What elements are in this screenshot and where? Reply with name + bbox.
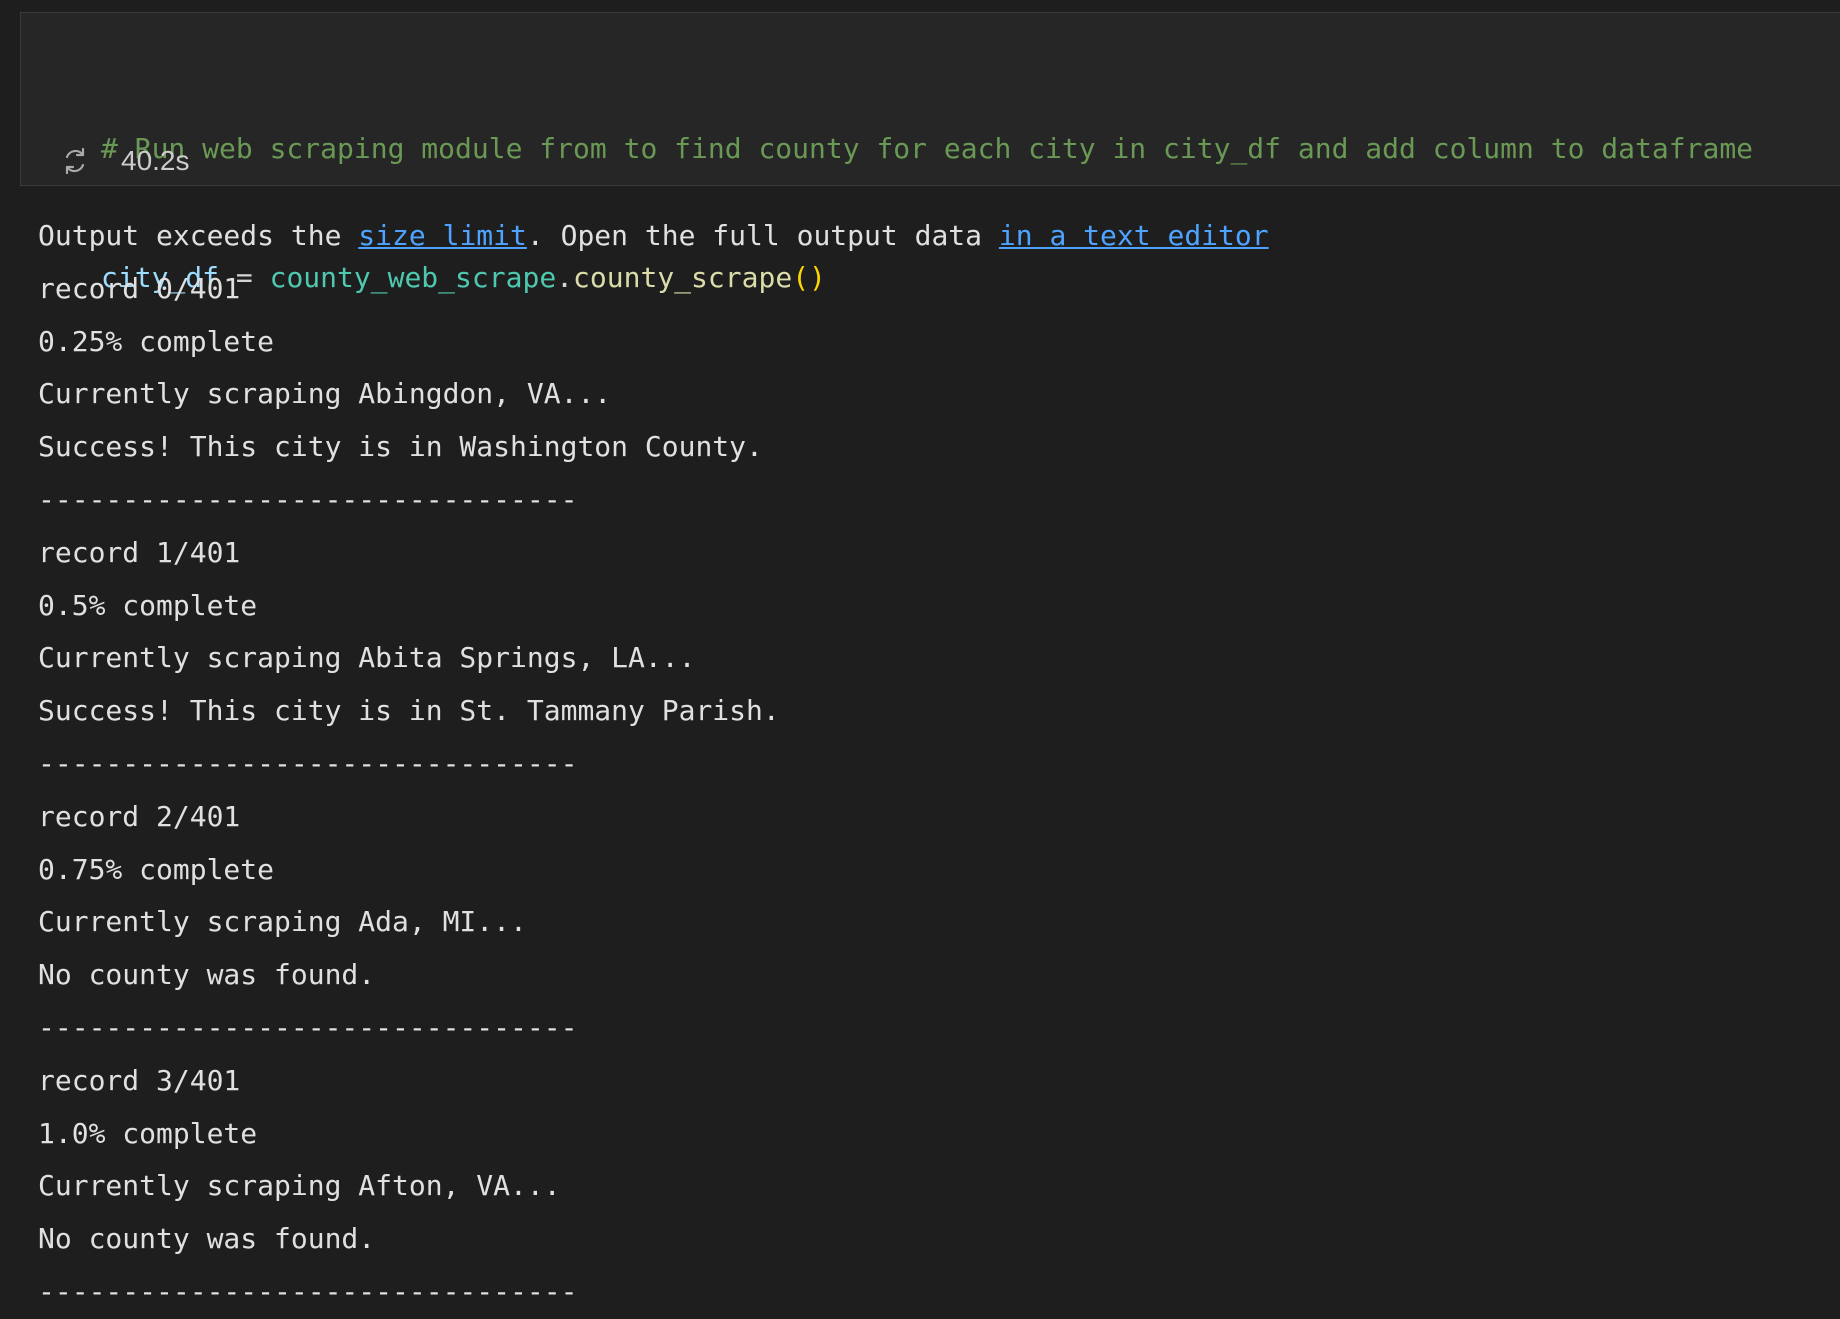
- output-line: record 1/401: [38, 535, 241, 569]
- code-comment: # Run web scraping module from to find c…: [101, 132, 1754, 165]
- output-line: Currently scraping Abingdon, VA...: [38, 377, 612, 411]
- notice-prefix: Output exceeds the: [38, 219, 359, 252]
- output-line: Success! This city is in Washington Coun…: [38, 430, 763, 464]
- output-line: 0.5% complete: [38, 588, 258, 622]
- output-line: 1.0% complete: [38, 1116, 258, 1150]
- output-line: 0.25% complete: [38, 324, 275, 358]
- output-line: Currently scraping Afton, VA...: [38, 1169, 561, 1203]
- output-line: Currently scraping Abita Springs, LA...: [38, 641, 696, 675]
- output-separator: --------------------------------: [38, 1010, 578, 1044]
- execution-duration: 40.2s: [121, 145, 190, 176]
- output-line: No county was found.: [38, 958, 376, 992]
- notice-middle: . Open the full output data: [526, 219, 999, 252]
- code-cell[interactable]: # Run web scraping module from to find c…: [20, 12, 1840, 294]
- output-line: Currently scraping Ada, MI...: [38, 905, 527, 939]
- cell-output: Output exceeds the size limit. Open the …: [38, 210, 1269, 1319]
- output-line: No county was found.: [38, 1222, 376, 1256]
- output-separator: --------------------------------: [38, 482, 578, 516]
- output-line: record 0/401: [38, 271, 241, 305]
- output-separator: --------------------------------: [38, 746, 578, 780]
- output-line: 0.75% complete: [38, 852, 275, 886]
- code-line-comment: # Run web scraping module from to find c…: [101, 127, 1753, 170]
- output-line: record 2/401: [38, 799, 241, 833]
- output-line: record 3/401: [38, 1063, 241, 1097]
- refresh-icon[interactable]: [59, 145, 91, 177]
- execution-status: 40.2s: [59, 141, 190, 181]
- output-line: Success! This city is in St. Tammany Par…: [38, 694, 780, 728]
- output-limit-notice: Output exceeds the size limit. Open the …: [38, 210, 1269, 263]
- size-limit-link[interactable]: size limit: [358, 219, 527, 252]
- open-in-text-editor-link[interactable]: in a text editor: [999, 219, 1269, 252]
- output-separator: --------------------------------: [38, 1274, 578, 1308]
